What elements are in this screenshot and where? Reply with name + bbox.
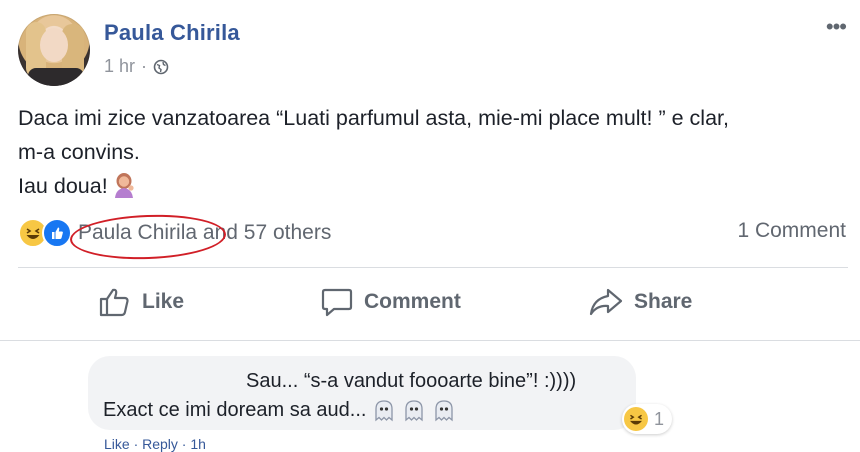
comment-actions[interactable]: Like · Reply · 1h [104,436,206,452]
post-text-line: Daca imi zice vanzatoarea “Luati parfumu… [18,106,729,130]
comment-reaction-count: 1 [654,408,665,429]
post-body: Daca imi zice vanzatoarea “Luati parfumu… [18,101,838,203]
person-tipping-hand-emoji [114,173,134,198]
more-options-icon[interactable]: ••• [826,14,847,40]
post-author-name[interactable]: Paula Chirila [104,20,240,46]
post-text-line: Iau doua! [18,174,108,198]
ghost-emoji [435,400,454,422]
globe-icon[interactable] [153,59,169,75]
comment-button[interactable]: Comment [320,286,461,318]
avatar-coat [28,68,84,86]
haha-reaction-icon [624,407,648,431]
share-button[interactable]: Share [588,286,692,318]
like-reaction-icon [42,218,72,248]
post-meta: 1 hr · [104,56,169,77]
share-icon [589,288,623,316]
ghost-emoji [405,400,424,422]
ghost-emoji [375,400,394,422]
divider [0,340,860,341]
comment-icon [321,288,353,317]
post-action-bar: Like Comment Share [18,268,848,336]
author-avatar[interactable] [18,14,90,86]
comment-text-line: Exact ce imi doream sa aud... [103,398,456,422]
comments-count-link[interactable]: 1 Comment [737,219,846,243]
post-text-line: m-a convins. [18,140,140,164]
post-timestamp[interactable]: 1 hr [104,56,135,77]
comment-reaction-badge[interactable]: 1 [622,404,673,434]
post-text-line-last: Iau doua! [18,169,838,203]
like-label: Like [142,290,185,313]
comment-label: Comment [364,290,461,313]
comment-text: Exact ce imi doream sa aud... [103,398,367,421]
meta-separator: · [141,56,148,76]
comment-quote-line: Sau... “s-a vandut foooarte bine”! :)))) [246,370,577,392]
like-button[interactable]: Like [98,286,184,318]
share-label: Share [634,290,693,313]
avatar-face [40,28,68,62]
thumbs-up-icon [99,288,129,317]
